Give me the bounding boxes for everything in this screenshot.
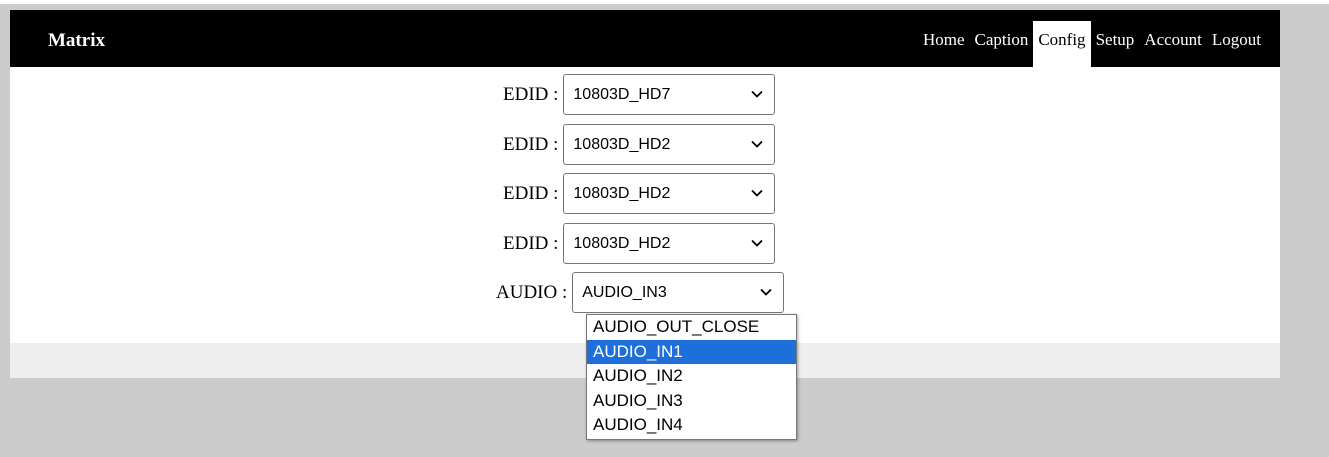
audio-dropdown-list: AUDIO_OUT_CLOSE AUDIO_IN1 AUDIO_IN2 AUDI…: [586, 314, 797, 440]
audio-row: AUDIO : AUDIO_IN3: [496, 272, 785, 313]
edid-label: EDID :: [503, 83, 559, 105]
audio-label: AUDIO :: [496, 281, 568, 303]
chevron-down-icon: [760, 288, 772, 296]
nav-caption[interactable]: Caption: [969, 21, 1033, 67]
nav-home[interactable]: Home: [918, 21, 970, 67]
nav-menu: Home Caption Config Setup Account Logout: [918, 21, 1266, 67]
edid-select-value: 10803D_HD2: [573, 234, 671, 252]
nav-setup[interactable]: Setup: [1091, 21, 1140, 67]
edid-select-4[interactable]: 10803D_HD2: [563, 223, 776, 264]
dropdown-option-highlighted[interactable]: AUDIO_IN1: [587, 339, 796, 365]
chevron-down-icon: [751, 239, 764, 247]
audio-select[interactable]: AUDIO_IN3: [572, 272, 785, 313]
top-strip: [0, 0, 1329, 4]
edid-row-1: EDID : 10803D_HD7: [503, 74, 776, 115]
brand-title: Matrix: [48, 30, 105, 51]
chevron-down-icon: [751, 140, 764, 148]
edid-select-1[interactable]: 10803D_HD7: [563, 74, 776, 115]
chevron-down-icon: [751, 189, 764, 197]
edid-label: EDID :: [503, 232, 559, 254]
edid-row-3: EDID : 10803D_HD2: [503, 173, 776, 214]
dropdown-option[interactable]: AUDIO_IN2: [587, 364, 796, 389]
edid-select-value: 10803D_HD2: [573, 184, 671, 202]
edid-select-value: 10803D_HD2: [573, 135, 671, 153]
chevron-down-icon: [751, 90, 764, 98]
edid-select-2[interactable]: 10803D_HD2: [563, 124, 776, 165]
audio-select-value: AUDIO_IN3: [582, 283, 667, 301]
dropdown-option[interactable]: AUDIO_IN4: [587, 413, 796, 438]
nav-account[interactable]: Account: [1139, 21, 1207, 67]
edid-select-3[interactable]: 10803D_HD2: [563, 173, 776, 214]
edid-row-4: EDID : 10803D_HD2: [503, 223, 776, 264]
nav-config[interactable]: Config: [1033, 21, 1091, 67]
nav-logout[interactable]: Logout: [1207, 21, 1266, 67]
top-navbar: Matrix Home Caption Config Setup Account…: [10, 10, 1280, 67]
dropdown-option[interactable]: AUDIO_IN3: [587, 389, 796, 414]
edid-row-2: EDID : 10803D_HD2: [503, 124, 776, 165]
edid-select-value: 10803D_HD7: [573, 85, 671, 103]
edid-label: EDID :: [503, 182, 559, 204]
edid-label: EDID :: [503, 133, 559, 155]
dropdown-option[interactable]: AUDIO_OUT_CLOSE: [587, 315, 796, 340]
